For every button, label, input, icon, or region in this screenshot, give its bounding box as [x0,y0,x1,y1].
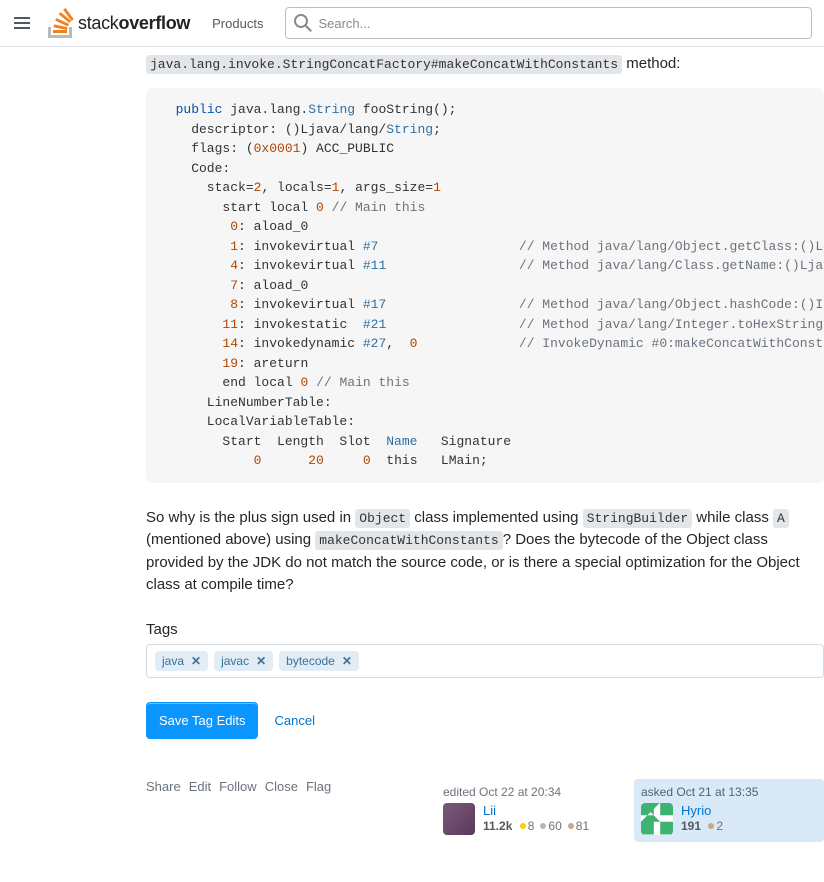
remove-tag-icon[interactable]: ✕ [253,654,269,668]
search-icon [294,14,312,32]
asker-card: asked Oct 21 at 13:35 Hyrio 191 2 [634,779,824,842]
save-tag-edits-button[interactable]: Save Tag Edits [146,702,258,739]
bronze-badge-icon [708,823,714,829]
flag-link[interactable]: Flag [306,779,331,794]
editor-card: edited Oct 22 at 20:34 Lii 11.2k 8 60 81 [436,779,626,842]
post-footer: Share Edit Follow Close Flag edited Oct … [146,779,824,842]
code-inline: Object [355,509,410,528]
user-link[interactable]: Hyrio [681,803,723,818]
tag-java[interactable]: java✕ [155,651,208,671]
user-cards: edited Oct 22 at 20:34 Lii 11.2k 8 60 81 [436,779,824,842]
button-row: Save Tag Edits Cancel [146,702,824,739]
close-link[interactable]: Close [265,779,298,794]
gold-badge-icon [520,823,526,829]
asked-label: asked Oct 21 at 13:35 [641,785,817,799]
avatar[interactable] [443,803,475,835]
code-block: public java.lang.String fooString(); des… [146,88,824,483]
follow-link[interactable]: Follow [219,779,257,794]
cancel-button[interactable]: Cancel [274,713,314,728]
edited-label[interactable]: edited Oct 22 at 20:34 [443,785,619,799]
post-actions: Share Edit Follow Close Flag [146,779,331,794]
logo[interactable]: stackoverflow [48,8,190,38]
search-box[interactable] [285,7,812,39]
code-inline: makeConcatWithConstants [315,531,502,550]
remove-tag-icon[interactable]: ✕ [188,654,204,668]
logo-icon [48,8,74,38]
code-inline: A [773,509,789,528]
share-link[interactable]: Share [146,779,181,794]
user-rep: 11.2k 8 60 81 [483,819,589,833]
avatar[interactable] [641,803,673,835]
silver-badge-icon [540,823,546,829]
user-rep: 191 2 [681,819,723,833]
method-line: java.lang.invoke.StringConcatFactory#mak… [146,55,824,72]
bronze-badge-icon [568,823,574,829]
remove-tag-icon[interactable]: ✕ [339,654,355,668]
search-input[interactable] [318,16,803,31]
edit-link[interactable]: Edit [189,779,211,794]
user-link[interactable]: Lii [483,803,589,818]
tags-input[interactable]: java✕ javac✕ bytecode✕ [146,644,824,678]
code-inline: StringBuilder [583,509,692,528]
question-paragraph: So why is the plus sign used in Object c… [146,507,824,597]
menu-icon[interactable] [12,11,36,35]
tag-javac[interactable]: javac✕ [214,651,273,671]
code-inline: java.lang.invoke.StringConcatFactory#mak… [146,55,622,74]
products-link[interactable]: Products [202,10,273,37]
tags-heading: Tags [146,621,824,638]
topbar: stackoverflow Products [0,0,824,47]
question-content: java.lang.invoke.StringConcatFactory#mak… [146,47,824,882]
tag-bytecode[interactable]: bytecode✕ [279,651,359,671]
logo-text: stackoverflow [78,13,190,34]
